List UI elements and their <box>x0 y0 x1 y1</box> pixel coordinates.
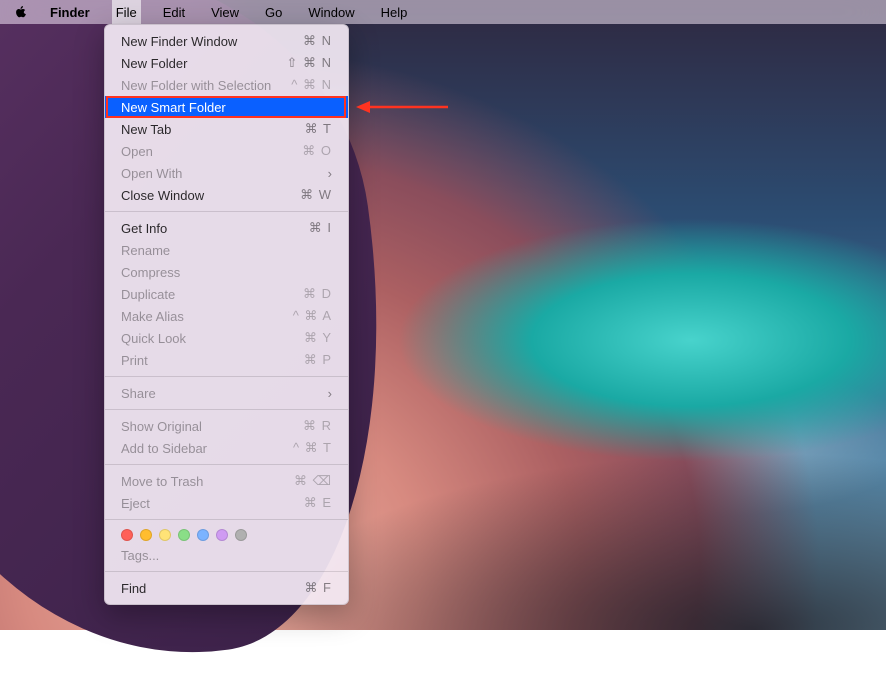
menu-item-label: Print <box>121 353 304 368</box>
tag-color-dot[interactable] <box>216 529 228 541</box>
submenu-chevron-icon: › <box>328 166 332 181</box>
menu-item-label: Add to Sidebar <box>121 441 293 456</box>
menu-item-new-finder-window[interactable]: New Finder Window⌘ N <box>105 30 348 52</box>
menu-edit[interactable]: Edit <box>159 0 189 24</box>
menu-item-label: Quick Look <box>121 331 304 346</box>
menu-item-print: Print⌘ P <box>105 349 348 371</box>
menu-item-label: Compress <box>121 265 332 280</box>
menu-item-shortcut: ⌘ N <box>303 33 332 49</box>
menu-item-label: New Finder Window <box>121 34 303 49</box>
menu-item-shortcut: ⌘ I <box>309 220 332 236</box>
menu-item-shortcut: ⇧ ⌘ N <box>286 55 332 71</box>
menu-help[interactable]: Help <box>377 0 412 24</box>
menu-item-label: New Folder with Selection <box>121 78 291 93</box>
menu-separator <box>105 464 348 465</box>
menu-item-new-tab[interactable]: New Tab⌘ T <box>105 118 348 140</box>
menu-window[interactable]: Window <box>304 0 358 24</box>
menu-item-label: Share <box>121 386 328 401</box>
menu-item-new-folder[interactable]: New Folder⇧ ⌘ N <box>105 52 348 74</box>
menu-item-shortcut: ^ ⌘ A <box>293 308 332 324</box>
menu-item-shortcut: ⌘ D <box>303 286 332 302</box>
menu-item-label: New Folder <box>121 56 286 71</box>
menu-item-shortcut: ⌘ F <box>304 580 332 596</box>
menu-item-eject: Eject⌘ E <box>105 492 348 514</box>
menu-file[interactable]: File <box>112 0 141 24</box>
menu-separator <box>105 376 348 377</box>
menu-item-label: New Tab <box>121 122 305 137</box>
menu-item-shortcut: ⌘ Y <box>304 330 332 346</box>
menu-item-get-info[interactable]: Get Info⌘ I <box>105 217 348 239</box>
menu-item-shortcut: ^ ⌘ T <box>293 440 332 456</box>
menu-item-label: Duplicate <box>121 287 303 302</box>
menu-item-duplicate: Duplicate⌘ D <box>105 283 348 305</box>
tag-color-dot[interactable] <box>121 529 133 541</box>
menu-item-move-to-trash: Move to Trash⌘ ⌫ <box>105 470 348 492</box>
menu-item-close-window[interactable]: Close Window⌘ W <box>105 184 348 206</box>
menu-separator <box>105 519 348 520</box>
menu-item-label: Open <box>121 144 302 159</box>
menu-item-rename: Rename <box>105 239 348 261</box>
menu-item-show-original: Show Original⌘ R <box>105 415 348 437</box>
menu-item-open: Open⌘ O <box>105 140 348 162</box>
menu-item-new-folder-with-selection: New Folder with Selection^ ⌘ N <box>105 74 348 96</box>
menu-item-new-smart-folder[interactable]: New Smart Folder <box>105 96 348 118</box>
menu-item-shortcut: ⌘ O <box>302 143 332 159</box>
menu-item-shortcut: ^ ⌘ N <box>291 77 332 93</box>
menu-item-find[interactable]: Find⌘ F <box>105 577 348 599</box>
menu-item-label: New Smart Folder <box>121 100 332 115</box>
menu-view[interactable]: View <box>207 0 243 24</box>
tags-color-row <box>105 525 348 544</box>
menu-item-shortcut: ⌘ T <box>305 121 332 137</box>
menu-item-label: Move to Trash <box>121 474 294 489</box>
menu-item-shortcut: ⌘ ⌫ <box>294 473 332 489</box>
menu-item-share: Share› <box>105 382 348 404</box>
active-app-name[interactable]: Finder <box>46 0 94 24</box>
menu-item-label: Rename <box>121 243 332 258</box>
menu-item-shortcut: ⌘ W <box>300 187 332 203</box>
tag-color-dot[interactable] <box>159 529 171 541</box>
tag-color-dot[interactable] <box>197 529 209 541</box>
menubar: Finder File Edit View Go Window Help <box>0 0 886 24</box>
apple-menu-icon[interactable] <box>14 5 28 19</box>
submenu-chevron-icon: › <box>328 386 332 401</box>
menu-item-label: Make Alias <box>121 309 293 324</box>
menu-separator <box>105 571 348 572</box>
menu-item-make-alias: Make Alias^ ⌘ A <box>105 305 348 327</box>
menu-item-shortcut: ⌘ P <box>304 352 332 368</box>
menu-go[interactable]: Go <box>261 0 286 24</box>
menu-item-shortcut: ⌘ E <box>304 495 332 511</box>
tag-color-dot[interactable] <box>235 529 247 541</box>
menu-item-label: Eject <box>121 496 304 511</box>
menu-item-tags: Tags... <box>105 544 348 566</box>
menu-separator <box>105 211 348 212</box>
menu-item-label: Find <box>121 581 304 596</box>
menu-item-add-to-sidebar: Add to Sidebar^ ⌘ T <box>105 437 348 459</box>
menu-item-label: Get Info <box>121 221 309 236</box>
menu-item-open-with: Open With› <box>105 162 348 184</box>
menu-separator <box>105 409 348 410</box>
menu-item-label: Close Window <box>121 188 300 203</box>
menu-item-label: Show Original <box>121 419 303 434</box>
tag-color-dot[interactable] <box>178 529 190 541</box>
menu-item-label: Open With <box>121 166 328 181</box>
menu-item-quick-look: Quick Look⌘ Y <box>105 327 348 349</box>
file-menu-dropdown: New Finder Window⌘ NNew Folder⇧ ⌘ NNew F… <box>104 24 349 605</box>
menu-item-label: Tags... <box>121 548 332 563</box>
menu-item-shortcut: ⌘ R <box>303 418 332 434</box>
menu-item-compress: Compress <box>105 261 348 283</box>
tag-color-dot[interactable] <box>140 529 152 541</box>
